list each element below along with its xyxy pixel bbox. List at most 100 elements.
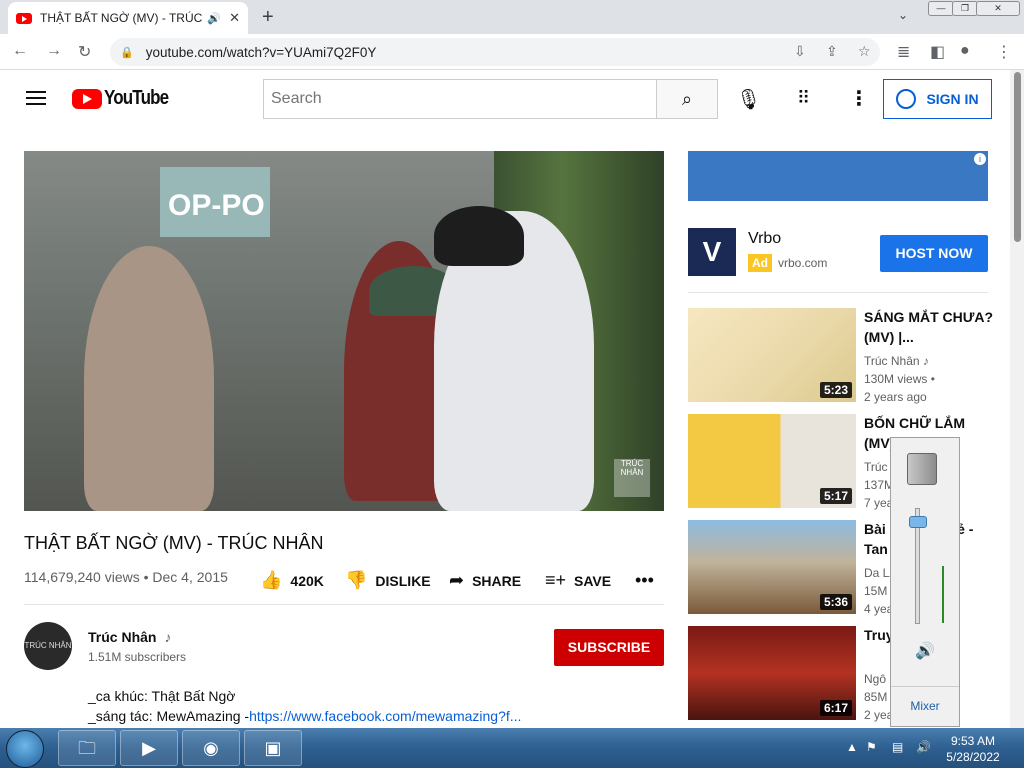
browser-tab[interactable]: THẬT BẤT NGỜ (MV) - TRÚC 🔊 ✕ <box>8 2 248 34</box>
video-person-hair <box>434 206 524 266</box>
recommended-thumbnail[interactable]: 5:36 <box>688 520 856 614</box>
menu-icon[interactable] <box>26 91 46 105</box>
back-icon[interactable]: ← <box>12 42 28 60</box>
explorer-taskbar-button[interactable]: 🗀 <box>58 730 116 766</box>
description-line: _sáng tác: MewAmazing -https://www.faceb… <box>88 706 521 726</box>
network-icon[interactable]: ▤ <box>892 740 903 754</box>
thumbs-up-icon: 👍 <box>260 570 283 590</box>
chrome-taskbar-button[interactable]: ◉ <box>182 730 240 766</box>
video-watermark: TRÚC NHÂN <box>614 459 650 497</box>
chrome-icon: ◉ <box>203 738 219 758</box>
youtube-logo-icon[interactable] <box>72 89 102 109</box>
audio-playing-icon[interactable]: 🔊 <box>207 12 221 25</box>
reload-icon[interactable]: ↻ <box>78 42 91 62</box>
description-link[interactable]: https://www.facebook.com/mewamazing?f... <box>249 708 521 724</box>
video-person-left <box>84 246 214 511</box>
share-page-icon[interactable]: ⇪ <box>826 43 838 60</box>
music-note-icon: ♪ <box>164 629 172 645</box>
profile-icon[interactable]: ● <box>960 42 970 60</box>
volume-slider-thumb[interactable] <box>909 516 927 528</box>
apps-grid-icon[interactable]: ⠿ <box>797 88 810 109</box>
thumbs-down-icon: 👎 <box>345 570 368 590</box>
action-center-icon[interactable]: ⚑ <box>866 740 877 754</box>
host-now-button[interactable]: HOST NOW <box>880 235 988 272</box>
video-views-date: 114,679,240 views • Dec 4, 2015 <box>24 569 228 585</box>
volume-tray-icon[interactable]: 🔊 <box>916 740 931 754</box>
more-horiz-icon: ••• <box>635 570 654 590</box>
new-tab-icon[interactable]: + <box>262 6 274 29</box>
recommended-thumbnail[interactable]: 5:17 <box>688 414 856 508</box>
channel-name-text: Trúc Nhân <box>88 629 157 645</box>
show-hidden-icons[interactable]: ▲ <box>846 740 858 754</box>
bookmark-star-icon[interactable]: ☆ <box>858 43 871 60</box>
tab-search-icon[interactable]: ⌄ <box>898 8 908 22</box>
address-url: youtube.com/watch?v=YUAmi7Q2F0Y <box>145 44 377 60</box>
media-control-icon[interactable]: ≣ <box>897 42 910 62</box>
search-input[interactable] <box>271 90 656 108</box>
description-prefix: _sáng tác: MewAmazing - <box>88 708 250 724</box>
volume-level <box>942 566 944 623</box>
video-player[interactable]: OP-PO TRÚC NHÂN <box>24 151 664 511</box>
subscribe-button[interactable]: SUBSCRIBE <box>554 629 664 666</box>
settings-dots-icon[interactable]: ⋮ <box>849 86 869 111</box>
folder-icon: 🗀 <box>78 738 96 758</box>
divider <box>24 604 664 605</box>
search-button[interactable]: ⌕ <box>656 79 718 119</box>
subscriber-count: 1.51M subscribers <box>88 650 187 664</box>
minimize-button[interactable]: — <box>928 1 954 16</box>
video-duration: 5:17 <box>819 488 852 504</box>
restore-button[interactable]: ❐ <box>952 1 978 16</box>
save-button[interactable]: ≡+ SAVE <box>545 570 611 591</box>
clock-time: 9:53 AM <box>950 734 996 748</box>
browser-menu-icon[interactable]: ⋮ <box>996 42 1012 62</box>
ad-badge: Ad <box>748 254 772 272</box>
side-panel-icon[interactable]: ◧ <box>930 42 945 62</box>
address-bar[interactable]: 🔒 youtube.com/watch?v=YUAmi7Q2F0Y ⇩ ⇪ ☆ <box>110 38 880 66</box>
scrollbar-thumb[interactable] <box>1014 72 1021 242</box>
more-actions-button[interactable]: ••• <box>635 570 654 591</box>
media-player-icon: ▶ <box>142 738 156 758</box>
search-icon: ⌕ <box>681 89 693 109</box>
share-button[interactable]: ➦ SHARE <box>449 570 521 591</box>
channel-avatar[interactable]: TRÚC NHÂN <box>24 622 72 670</box>
mute-speaker-icon[interactable]: 🔊 <box>915 641 935 661</box>
youtube-logo-text[interactable]: YouTube <box>104 87 169 110</box>
mixer-link[interactable]: Mixer <box>891 699 959 713</box>
dislike-label: DISLIKE <box>375 572 431 589</box>
media-player-taskbar-button[interactable]: ▶ <box>120 730 178 766</box>
ad-banner[interactable]: i <box>688 151 988 201</box>
video-duration: 5:23 <box>819 382 852 398</box>
ad-brand[interactable]: Vrbo <box>748 230 781 248</box>
recommended-thumbnail[interactable]: 5:23 <box>688 308 856 402</box>
speaker-device-icon[interactable] <box>907 453 937 485</box>
share-arrow-icon: ➦ <box>449 570 465 590</box>
sign-in-label: SIGN IN <box>926 91 979 107</box>
recommended-title[interactable]: SÁNG MẮT CHƯA? (MV) |... <box>864 307 994 347</box>
search-box[interactable] <box>263 79 656 119</box>
app-taskbar-button[interactable]: ▣ <box>244 730 302 766</box>
forward-icon[interactable]: → <box>46 42 62 60</box>
save-label: SAVE <box>574 572 612 589</box>
channel-name[interactable]: Trúc Nhân ♪ <box>88 629 171 645</box>
close-tab-icon[interactable]: ✕ <box>229 10 240 26</box>
recommended-channel[interactable]: Trúc Nhân ♪ <box>864 352 994 370</box>
youtube-header: YouTube ⌕ 🎙 ⠿ ⋮ SIGN IN <box>0 70 1010 128</box>
voice-search-icon[interactable]: 🎙 <box>736 87 761 112</box>
close-window-button[interactable]: ✕ <box>976 1 1020 16</box>
recommended-thumbnail[interactable]: 6:17 <box>688 626 856 720</box>
video-duration: 5:36 <box>819 594 852 610</box>
lock-icon[interactable]: 🔒 <box>120 46 134 59</box>
youtube-favicon-icon <box>16 12 32 24</box>
taskbar-clock[interactable]: 9:53 AM 5/28/2022 <box>946 733 1000 765</box>
install-icon[interactable]: ⇩ <box>794 43 806 60</box>
video-title: THẬT BẤT NGỜ (MV) - TRÚC NHÂN <box>24 533 324 553</box>
vrbo-logo[interactable]: V <box>688 228 736 276</box>
dislike-button[interactable]: 👎 DISLIKE <box>345 570 431 591</box>
browser-toolbar: ← → ↻ 🔒 youtube.com/watch?v=YUAmi7Q2F0Y … <box>0 34 1024 70</box>
ad-info-icon[interactable]: i <box>974 153 986 165</box>
windows-taskbar: 🗀 ▶ ◉ ▣ ▲ ⚑ ▤ 🔊 9:53 AM 5/28/2022 <box>0 728 1024 768</box>
start-button[interactable] <box>6 730 44 768</box>
user-icon <box>896 89 917 109</box>
video-shop-sign: OP-PO <box>160 167 270 237</box>
sign-in-button[interactable]: SIGN IN <box>883 79 992 119</box>
